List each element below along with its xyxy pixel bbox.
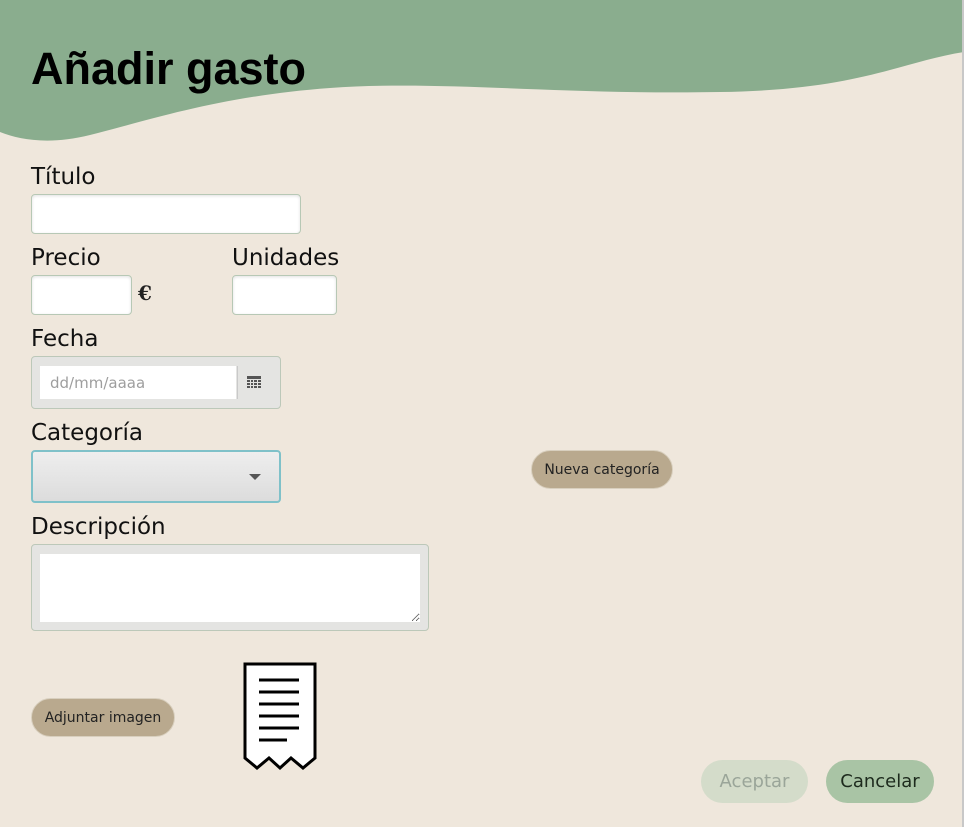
unidades-label: Unidades [232,245,340,271]
precio-label: Precio [31,245,101,271]
categoria-label: Categoría [31,420,143,446]
precio-input[interactable] [31,275,132,315]
receipt-icon [243,662,317,771]
descripcion-textarea[interactable] [40,554,420,622]
currency-symbol: € [138,281,152,305]
descripcion-container [31,544,429,631]
date-picker: dd/mm/aaaa [31,356,281,409]
new-category-button[interactable]: Nueva categoría [531,450,673,489]
descripcion-label: Descripción [31,514,166,540]
accept-button[interactable]: Aceptar [701,760,808,803]
titulo-label: Título [31,164,96,190]
fecha-label: Fecha [31,326,99,352]
calendar-button[interactable] [237,366,270,399]
chevron-down-icon [249,474,261,480]
categoria-select[interactable] [31,450,281,503]
add-expense-window: Añadir gasto Título Precio € Unidades Fe… [0,0,964,827]
fecha-input[interactable]: dd/mm/aaaa [40,366,236,399]
titulo-input[interactable] [31,194,301,234]
cancel-button[interactable]: Cancelar [826,760,934,803]
page-title: Añadir gasto [31,43,307,94]
attach-image-button[interactable]: Adjuntar imagen [31,698,175,737]
unidades-input[interactable] [232,275,337,315]
calendar-icon [247,375,261,388]
